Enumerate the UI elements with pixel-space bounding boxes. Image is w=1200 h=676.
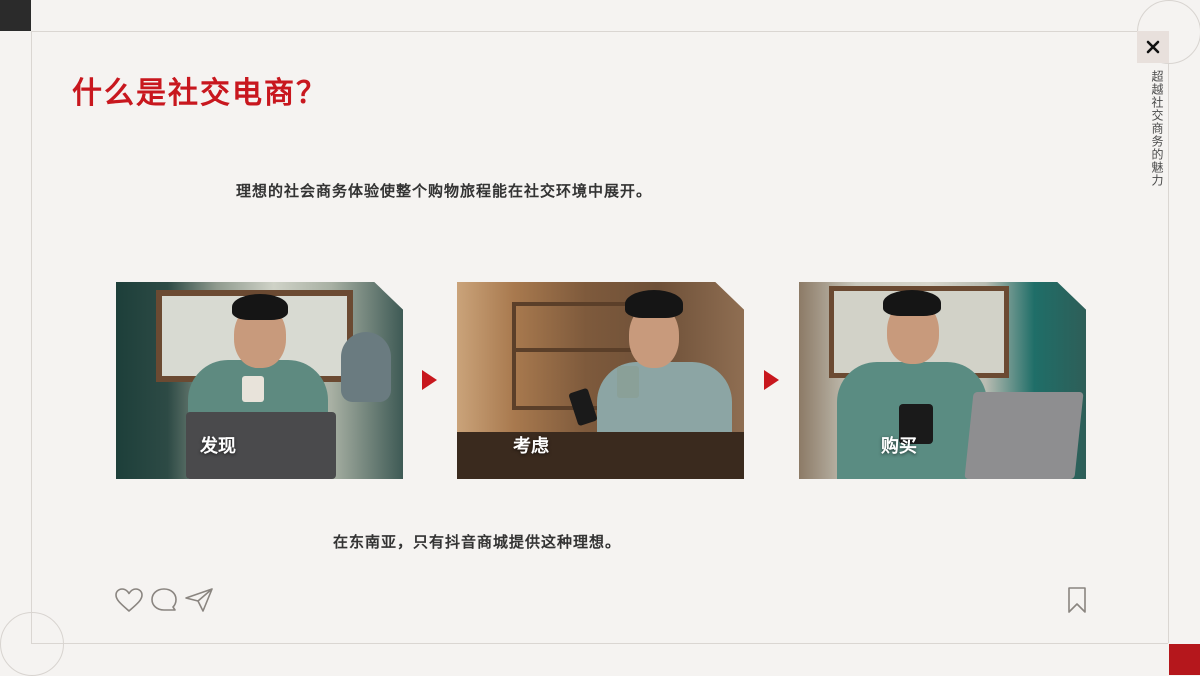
like-button[interactable] xyxy=(114,587,144,617)
comment-button[interactable] xyxy=(150,587,178,617)
decorative-circle-bottom xyxy=(0,612,64,676)
corner-block-red xyxy=(1169,644,1200,675)
heart-icon xyxy=(115,588,143,612)
close-button[interactable] xyxy=(1137,31,1169,63)
step-card-discover: 发现 xyxy=(116,282,403,479)
closing-text: 在东南亚，只有抖音商城提供这种理想。 xyxy=(333,533,622,551)
side-label: 超越社交商务的魅力 xyxy=(1150,70,1164,187)
close-icon xyxy=(1146,40,1160,54)
frame-top-line xyxy=(31,31,1168,32)
bookmark-button[interactable] xyxy=(1066,586,1088,618)
frame-bottom-line xyxy=(31,643,1168,644)
step-card-consider: 考虑 xyxy=(457,282,744,479)
step-label: 购买 xyxy=(881,436,917,457)
page-title: 什么是社交电商？ xyxy=(72,76,328,111)
bookmark-icon xyxy=(1068,587,1086,613)
intro-text: 理想的社会商务体验使整个购物旅程能在社交环境中展开。 xyxy=(236,182,653,200)
arrow-right-icon xyxy=(764,370,779,390)
comment-icon xyxy=(151,588,177,611)
share-icon xyxy=(185,588,213,612)
corner-block-dark xyxy=(0,0,31,31)
step-card-purchase: 购买 xyxy=(799,282,1086,479)
share-button[interactable] xyxy=(184,587,214,617)
frame-left-line xyxy=(31,31,32,643)
arrow-right-icon xyxy=(422,370,437,390)
step-label: 发现 xyxy=(200,436,236,457)
frame-right-line xyxy=(1168,31,1169,643)
step-label: 考虑 xyxy=(513,436,549,457)
